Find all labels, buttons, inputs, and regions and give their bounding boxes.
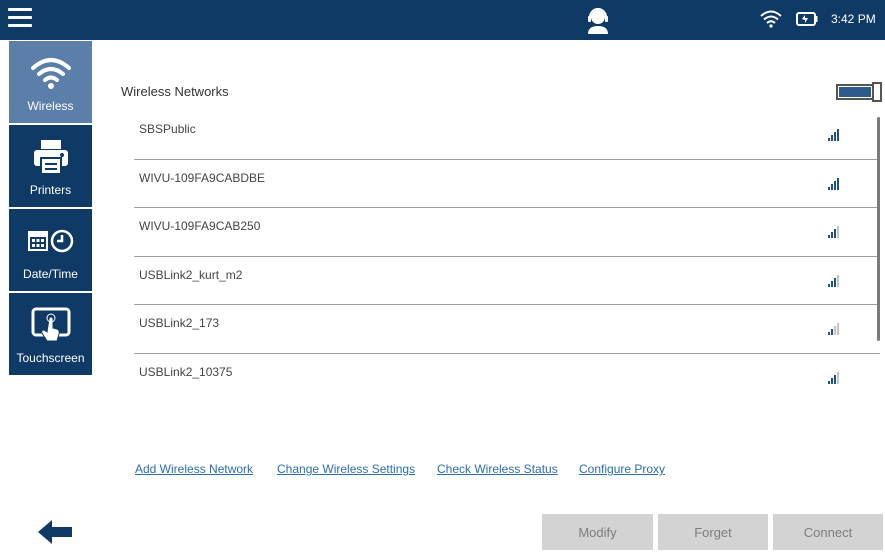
network-name: USBLink2_173	[139, 316, 220, 331]
signal-strength-icon	[828, 226, 839, 239]
top-bar: 3:42 PM	[0, 0, 885, 40]
check-wireless-status-link[interactable]: Check Wireless Status	[437, 462, 558, 476]
signal-bar	[831, 183, 833, 190]
signal-strength-icon	[828, 129, 839, 141]
wireless-toggle[interactable]	[836, 82, 882, 102]
wifi-icon	[30, 58, 71, 89]
signal-bar	[828, 380, 830, 384]
signal-bar	[834, 277, 836, 287]
signal-bar	[834, 374, 836, 384]
signal-bar	[831, 377, 833, 384]
signal-strength-icon	[828, 274, 839, 287]
signal-bar	[828, 186, 830, 190]
toggle-fill	[839, 87, 871, 97]
signal-bar	[837, 226, 839, 239]
sidebar-item-printers[interactable]: Printers	[9, 125, 92, 207]
network-row[interactable]: SBSPublic	[134, 111, 880, 160]
signal-bar	[831, 232, 833, 239]
sidebar-item-label: Wireless	[27, 99, 74, 113]
signal-bar	[828, 235, 830, 239]
signal-bar	[837, 274, 839, 287]
connect-button[interactable]: Connect	[773, 514, 883, 550]
page-title: Wireless Networks	[121, 84, 229, 99]
signal-bar	[837, 177, 839, 190]
signal-bar	[837, 129, 839, 141]
printer-icon	[33, 140, 68, 175]
signal-bar	[828, 283, 830, 287]
sidebar-item-label: Date/Time	[23, 267, 78, 281]
signal-bar	[831, 280, 833, 287]
signal-bar	[831, 135, 833, 141]
signal-strength-icon	[828, 323, 839, 336]
calendar-clock-icon	[27, 229, 73, 253]
signal-bar	[834, 229, 836, 239]
sidebar-item-touchscreen[interactable]: Touchscreen	[9, 293, 92, 375]
signal-bar	[828, 138, 830, 141]
network-row[interactable]: USBLink2_173	[134, 305, 880, 354]
configure-proxy-link[interactable]: Configure Proxy	[579, 462, 665, 476]
signal-bar	[834, 180, 836, 190]
network-row[interactable]: USBLink2_kurt_m2	[134, 257, 880, 306]
status-clock: 3:42 PM	[831, 12, 876, 26]
signal-bar	[834, 326, 836, 336]
sidebar-item-date-time[interactable]: Date/Time	[9, 209, 92, 291]
toggle-knob[interactable]	[872, 82, 882, 102]
network-name: SBSPublic	[139, 122, 196, 136]
network-list-scrollbar[interactable]	[877, 117, 880, 341]
settings-sidebar: Wireless Printers Date/Time Touchscreen	[9, 41, 92, 377]
network-row[interactable]: USBLink2_10375	[134, 354, 880, 403]
touchscreen-icon	[31, 307, 70, 342]
forget-button[interactable]: Forget	[658, 514, 768, 550]
hamburger-menu-icon[interactable]	[8, 8, 32, 32]
signal-bar	[828, 332, 830, 336]
network-name: USBLink2_kurt_m2	[139, 267, 243, 282]
signal-strength-icon	[828, 177, 839, 190]
signal-bar	[831, 329, 833, 336]
signal-strength-icon	[828, 371, 839, 384]
signal-bar	[834, 132, 836, 141]
sidebar-item-wireless[interactable]: Wireless	[9, 41, 92, 123]
battery-charging-icon	[796, 12, 818, 26]
modify-button[interactable]: Modify	[542, 514, 653, 550]
network-row[interactable]: WIVU-109FA9CAB250	[134, 208, 880, 257]
network-name: WIVU-109FA9CABDBE	[139, 170, 266, 185]
support-agent-icon[interactable]	[585, 6, 611, 34]
signal-bar	[837, 371, 839, 384]
network-name: WIVU-109FA9CAB250	[139, 219, 261, 234]
network-name: USBLink2_10375	[139, 364, 233, 379]
sidebar-item-label: Printers	[29, 183, 72, 197]
network-list: SBSPublic WIVU-109FA9CABDBE WIVU-109FA9C…	[134, 111, 880, 403]
network-row[interactable]: WIVU-109FA9CABDBE	[134, 160, 880, 209]
back-arrow-icon[interactable]	[38, 520, 72, 544]
sidebar-item-label: Touchscreen	[16, 351, 85, 365]
wifi-icon[interactable]	[760, 10, 782, 28]
change-wireless-settings-link[interactable]: Change Wireless Settings	[277, 462, 415, 476]
add-wireless-network-link[interactable]: Add Wireless Network	[135, 462, 253, 476]
signal-bar	[837, 323, 839, 336]
